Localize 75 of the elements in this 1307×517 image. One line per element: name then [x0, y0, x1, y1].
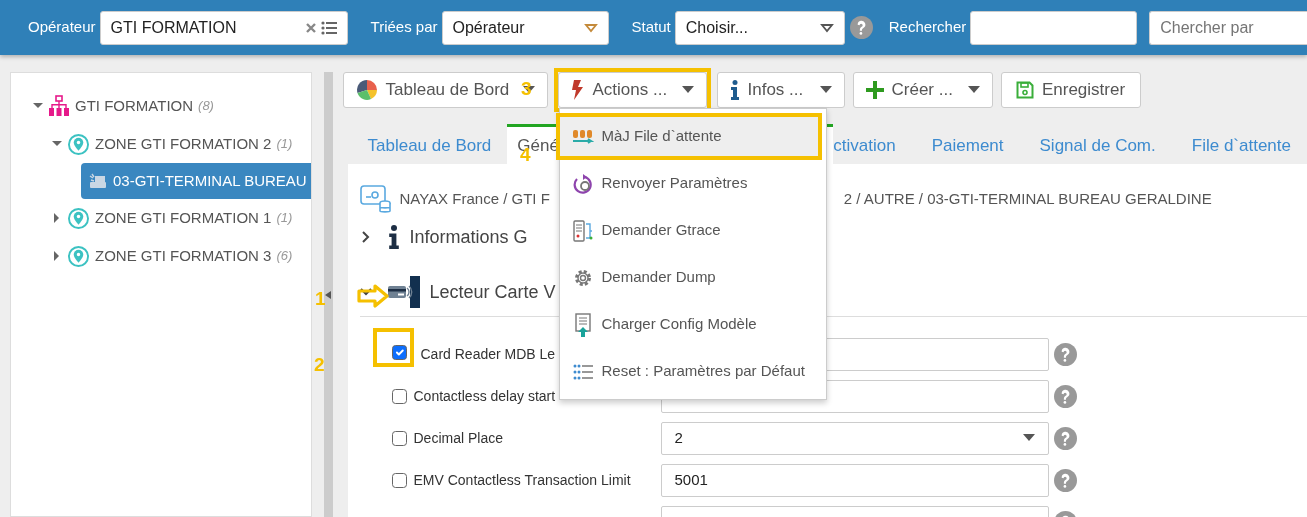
section-title[interactable]: Lecteur Carte V — [429, 278, 556, 306]
field-label: Rechercher — [888, 17, 967, 38]
caret-icon[interactable] — [819, 22, 834, 33]
help-icon[interactable] — [1053, 426, 1077, 450]
menu-item[interactable]: Renvoyer Paramètres — [559, 160, 826, 207]
toolbar-button[interactable]: Infos ... — [716, 72, 845, 108]
gear-icon — [572, 267, 593, 288]
field-label: EMV Contactless Transaction Limit — [413, 470, 631, 490]
help-icon[interactable] — [1053, 342, 1077, 366]
device-trace-icon — [572, 219, 593, 242]
field-label: Triées par — [370, 17, 438, 38]
clear-icon[interactable] — [304, 21, 317, 34]
menu-item[interactable]: Demander Dump — [559, 254, 826, 301]
annotation-number: 2 — [314, 355, 325, 374]
terminal-icon — [89, 173, 107, 189]
tree-item[interactable]: ZONE GTI FORMATION 3 (6) — [48, 237, 311, 275]
checkbox[interactable] — [391, 472, 407, 488]
search-by-field[interactable]: Chercher par — [1149, 10, 1307, 45]
pie-chart-icon — [355, 79, 378, 101]
list-icon — [572, 363, 593, 380]
help-icon[interactable] — [1053, 468, 1077, 492]
save-icon — [1015, 81, 1034, 99]
refresh-gear-icon — [572, 173, 593, 194]
status-select[interactable]: Choisir... — [674, 10, 845, 45]
section-title[interactable]: Informations G — [409, 223, 528, 251]
search-field[interactable] — [970, 10, 1138, 45]
sort-select[interactable]: Opérateur — [441, 10, 609, 45]
org-chart-icon — [49, 95, 69, 117]
breadcrumb: 2 / AUTRE / 03-GTI-TERMINAL BUREAU GERALDINE — [843, 188, 1212, 209]
chevron-icon[interactable] — [359, 231, 372, 243]
menu-item[interactable]: Reset : Paramètres par Défaut — [559, 348, 826, 395]
breadcrumb: NAYAX France / GTI F — [399, 188, 550, 209]
toolbar-button[interactable]: Enregistrer — [1000, 72, 1141, 108]
toolbar-button[interactable]: Actions ... — [557, 72, 707, 108]
info-icon — [729, 80, 740, 100]
tree-item[interactable]: ZONE GTI FORMATION 1 (1) — [48, 199, 311, 237]
map-pin-icon — [68, 245, 89, 267]
info-icon — [387, 225, 400, 249]
card-reader-icon — [387, 276, 420, 308]
field-label: Statut — [631, 17, 671, 38]
tree-item[interactable]: GTI FORMATION (8) — [29, 87, 311, 125]
expand-arrow-icon[interactable] — [52, 213, 62, 223]
tree-item[interactable]: ZONE GTI FORMATION 2 (1) — [48, 125, 311, 163]
collapse-arrow-icon[interactable] — [33, 101, 43, 111]
field-label: Contactless delay start — [413, 386, 556, 406]
map-pin-icon — [68, 133, 89, 155]
arrow-icon — [357, 284, 389, 308]
plus-icon — [865, 81, 884, 99]
field-label: Opérateur — [28, 17, 96, 38]
select-field[interactable]: 2 — [660, 421, 1049, 455]
lightning-icon — [570, 80, 585, 100]
help-icon[interactable] — [1053, 384, 1077, 408]
collapse-arrow-icon[interactable] — [52, 139, 62, 149]
field-label: Decimal Place — [413, 428, 503, 448]
help-icon[interactable] — [849, 16, 873, 39]
field-label: Card Reader MDB Le — [420, 344, 556, 364]
operator-field[interactable]: GTI FORMATION — [99, 10, 348, 45]
caret-icon[interactable] — [1022, 434, 1035, 442]
chevron-icon[interactable] — [359, 286, 372, 298]
annotation-number: 1 — [315, 289, 326, 308]
upload-document-icon — [574, 312, 591, 337]
device-database-icon — [359, 184, 392, 214]
checkbox[interactable] — [391, 430, 407, 446]
checkbox[interactable] — [391, 344, 407, 360]
toolbar-button[interactable]: Créer ... — [852, 72, 993, 108]
map-pin-icon — [68, 207, 89, 229]
tree-item[interactable]: 03-GTI-TERMINAL BUREAU — [81, 163, 311, 199]
expand-arrow-icon[interactable] — [52, 251, 62, 261]
menu-item[interactable]: MàJ File d`attente — [559, 117, 818, 156]
menu-item[interactable]: Charger Config Modèle — [559, 301, 826, 348]
collapse-arrow-icon[interactable] — [325, 290, 332, 299]
checkbox[interactable] — [391, 388, 407, 404]
input-field[interactable]: 5001 — [660, 463, 1049, 497]
list-icon[interactable] — [320, 20, 337, 35]
menu-item[interactable]: Demander Gtrace — [559, 207, 826, 254]
